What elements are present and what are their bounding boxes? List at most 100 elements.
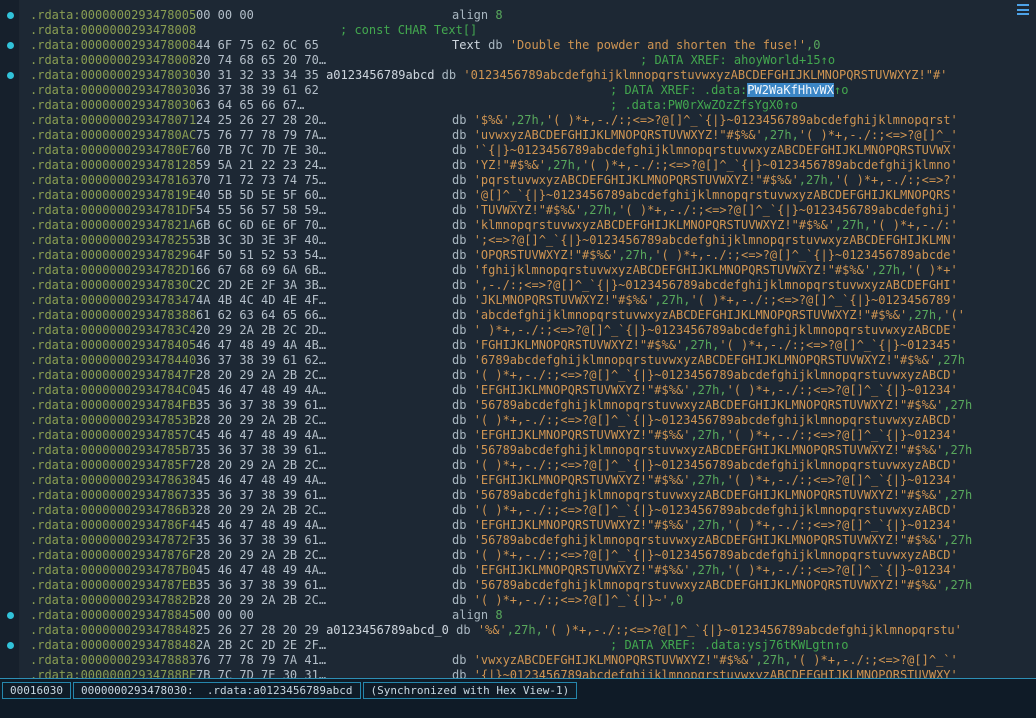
byte-values: 2C 2D 2E 2F 3A 3B… xyxy=(196,278,452,293)
string-literal: '( )*+,-./:;<=>?@[]^_`{|}~0123456789abcd… xyxy=(474,368,958,382)
listing-line[interactable]: .rdata:000000029347838861 62 63 64 65 66… xyxy=(0,308,1036,323)
listing-line[interactable]: .rdata:00000002934782553B 3C 3D 3E 3F 40… xyxy=(0,233,1036,248)
string-literal: 'EFGHIJKLMNOPQRSTUVWXYZ!"#$%&' xyxy=(474,563,691,577)
listing-line[interactable]: .rdata:000000029347884825 26 27 28 20 29… xyxy=(0,623,1036,638)
listing-line[interactable]: .rdata:000000029347812859 5A 21 22 23 24… xyxy=(0,158,1036,173)
byte-values: 45 46 47 48 49 4A… xyxy=(196,518,452,533)
string-literal: '( )*+,-./:;<=>?@[]^_`{|}~01234' xyxy=(727,428,958,442)
listing-line[interactable]: .rdata:000000029347847F28 20 29 2A 2B 2C… xyxy=(0,368,1036,383)
number-literal: ,27h, xyxy=(690,518,726,532)
byte-values: 30 31 32 33 34 35 xyxy=(196,68,319,83)
string-literal: '( )*+,-./:;<=>?@[]^_`{|}~0123456789abcd… xyxy=(618,203,958,217)
mnemonic: db xyxy=(452,593,466,607)
address: .rdata:0000000293478255 xyxy=(30,233,196,248)
highlighted-identifier: PW2WaKfHhvWX xyxy=(747,83,834,97)
listing-line[interactable]: .rdata:000000029347882B28 20 29 2A 2B 2C… xyxy=(0,593,1036,608)
string-literal: '( )*+,-./:;<=>?@[]^_`{|}~01234' xyxy=(727,518,958,532)
menu-icon[interactable] xyxy=(1016,3,1030,16)
listing-line[interactable]: .rdata:00000002934787B045 46 47 48 49 4A… xyxy=(0,563,1036,578)
listing-line[interactable]: .rdata:00000002934787EB35 36 37 38 39 61… xyxy=(0,578,1036,593)
address: .rdata:0000000293478008 xyxy=(30,38,196,53)
listing-line[interactable]: .rdata:00000002934782D166 67 68 69 6A 6B… xyxy=(0,263,1036,278)
listing-line[interactable]: .rdata:00000002934788482A 2B 2C 2D 2E 2F… xyxy=(0,638,1036,653)
address: .rdata:0000000293478405 xyxy=(30,338,196,353)
listing-line[interactable]: .rdata:000000029347857C45 46 47 48 49 4A… xyxy=(0,428,1036,443)
string-literal: 'TUVWXYZ!"#$%&' xyxy=(474,203,582,217)
listing-line[interactable]: .rdata:00000002934786F445 46 47 48 49 4A… xyxy=(0,518,1036,533)
mnemonic: db xyxy=(452,668,466,678)
number-literal: ,27h, xyxy=(582,203,618,217)
number-literal: ,27h, xyxy=(546,158,582,172)
byte-values: 36 37 38 39 61 62 xyxy=(196,83,452,98)
comment: ; .data:PW0rXwZOzZfsYgX0↑o xyxy=(610,98,798,112)
mnemonic: db xyxy=(452,428,466,442)
string-literal: '( )*+,-./:;<=>?@[]^_`{|}~01234' xyxy=(727,383,958,397)
listing-line[interactable]: .rdata:00000002934781DF54 55 56 57 58 59… xyxy=(0,203,1036,218)
listing-line[interactable]: .rdata:000000029347844036 37 38 39 61 62… xyxy=(0,353,1036,368)
listing-line[interactable]: .rdata:000000029347884500 00 00align 8 xyxy=(0,608,1036,623)
listing-line[interactable]: .rdata:000000029347821A6B 6C 6D 6E 6F 70… xyxy=(0,218,1036,233)
number-literal: ,27h, xyxy=(763,128,799,142)
mnemonic: db xyxy=(452,473,466,487)
byte-values: 75 76 77 78 79 7A… xyxy=(196,128,452,143)
address: .rdata:00000002934783C4 xyxy=(30,323,196,338)
mnemonic: db xyxy=(452,128,466,142)
listing-line[interactable]: .rdata:00000002934785B735 36 37 38 39 61… xyxy=(0,443,1036,458)
string-literal: '( )*+,-./:;<=>?@[]^_`{|}~0123456789abcd… xyxy=(543,623,962,637)
listing-line[interactable]: .rdata:00000002934786B328 20 29 2A 2B 2C… xyxy=(0,503,1036,518)
listing-line[interactable]: .rdata:000000029347803063 64 65 66 67…; … xyxy=(0,98,1036,113)
listing-line[interactable]: .rdata:000000029347853B28 20 29 2A 2B 2C… xyxy=(0,413,1036,428)
listing-line[interactable]: .rdata:000000029347819E40 5B 5D 5E 5F 60… xyxy=(0,188,1036,203)
string-literal: '( )*+,-./:;<=>?@[]^_`{|}~0123456789abcd… xyxy=(582,158,958,172)
listing-line[interactable]: .rdata:000000029347800844 6F 75 62 6C 65… xyxy=(0,38,1036,53)
string-literal: '56789abcdefghijklmnopqrstuvwxyzABCDEFGH… xyxy=(474,443,944,457)
address: .rdata:000000029347847F xyxy=(30,368,196,383)
listing-line[interactable]: .rdata:000000029347816370 71 72 73 74 75… xyxy=(0,173,1036,188)
number-literal: ,27h, xyxy=(683,338,719,352)
byte-values: 35 36 37 38 39 61… xyxy=(196,578,452,593)
string-literal: '{|}~0123456789abcdefghijklmnopqrstuvwxy… xyxy=(474,668,958,678)
mnemonic: db xyxy=(452,413,466,427)
listing-line[interactable]: .rdata:00000002934783C420 29 2A 2B 2C 2D… xyxy=(0,323,1036,338)
address: .rdata:00000002934784C0 xyxy=(30,383,196,398)
address: .rdata:0000000293478638 xyxy=(30,473,196,488)
string-literal: 'fghijklmnopqrstuvwxyzABCDEFGHIJKLMNOPQR… xyxy=(474,263,871,277)
number-literal: ,0 xyxy=(669,593,683,607)
listing-line[interactable]: .rdata:00000002934784C045 46 47 48 49 4A… xyxy=(0,383,1036,398)
mnemonic: db xyxy=(456,623,470,637)
listing-line[interactable]: .rdata:0000000293478008; const CHAR Text… xyxy=(0,23,1036,38)
address: .rdata:0000000293478030 xyxy=(30,68,196,83)
listing-line[interactable]: .rdata:000000029347800820 74 68 65 20 70… xyxy=(0,53,1036,68)
string-literal: '( )*+,-./:;<=>?@[]^_`{|}~0123456789abcd… xyxy=(474,548,958,562)
listing-line[interactable]: .rdata:000000029347876F28 20 29 2A 2B 2C… xyxy=(0,548,1036,563)
number-literal: ,27h, xyxy=(835,218,871,232)
listing-line[interactable]: .rdata:000000029347872F35 36 37 38 39 61… xyxy=(0,533,1036,548)
listing-line[interactable]: .rdata:000000029347803036 37 38 39 61 62… xyxy=(0,83,1036,98)
address: .rdata:000000029347857C xyxy=(30,428,196,443)
byte-values: 7B 7C 7D 7E 30 31… xyxy=(196,668,452,678)
status-sync-indicator: (Synchronized with Hex View-1) xyxy=(363,682,578,699)
listing-line[interactable]: .rdata:00000002934780AC75 76 77 78 79 7A… xyxy=(0,128,1036,143)
listing-line[interactable]: .rdata:00000002934788BE7B 7C 7D 7E 30 31… xyxy=(0,668,1036,678)
string-literal: '( )*+,-./:' xyxy=(871,218,958,232)
string-literal: 'pqrstuvwxyzABCDEFGHIJKLMNOPQRSTUVWXYZ!"… xyxy=(474,173,799,187)
mnemonic: db xyxy=(452,383,466,397)
listing-line[interactable]: .rdata:000000029347888376 77 78 79 7A 41… xyxy=(0,653,1036,668)
listing-line[interactable]: .rdata:00000002934780E760 7B 7C 7D 7E 30… xyxy=(0,143,1036,158)
listing-line[interactable]: .rdata:00000002934783474A 4B 4C 4D 4E 4F… xyxy=(0,293,1036,308)
listing-line[interactable]: .rdata:000000029347807124 25 26 27 28 20… xyxy=(0,113,1036,128)
listing-line[interactable]: .rdata:00000002934785F728 20 29 2A 2B 2C… xyxy=(0,458,1036,473)
listing-line[interactable]: .rdata:00000002934782964F 50 51 52 53 54… xyxy=(0,248,1036,263)
listing-line[interactable]: .rdata:000000029347830C2C 2D 2E 2F 3A 3B… xyxy=(0,278,1036,293)
listing-line[interactable]: .rdata:000000029347803030 31 32 33 34 35… xyxy=(0,68,1036,83)
number-literal: ,27h xyxy=(943,443,972,457)
listing-line[interactable]: .rdata:000000029347867335 36 37 38 39 61… xyxy=(0,488,1036,503)
listing-line[interactable]: .rdata:00000002934784FB35 36 37 38 39 61… xyxy=(0,398,1036,413)
listing-line[interactable]: .rdata:000000029347840546 47 48 49 4A 4B… xyxy=(0,338,1036,353)
string-literal: 'Double the powder and shorten the fuse!… xyxy=(510,38,806,52)
listing-line[interactable]: .rdata:000000029347863845 46 47 48 49 4A… xyxy=(0,473,1036,488)
listing-line[interactable]: .rdata:000000029347800500 00 00align 8 xyxy=(0,8,1036,23)
mnemonic: db xyxy=(452,368,466,382)
mnemonic: db xyxy=(452,578,466,592)
string-literal: 'EFGHIJKLMNOPQRSTUVWXYZ!"#$%&' xyxy=(474,428,691,442)
